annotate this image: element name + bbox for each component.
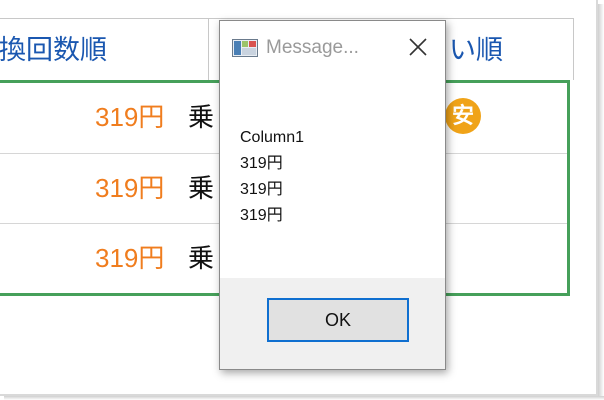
message-line: 319円 [240,181,283,198]
route-transfer-label: 乗 [188,243,215,273]
route-price: 319円 [95,243,165,273]
dialog-title: Message... [266,37,359,58]
message-line: 319円 [240,207,283,224]
message-box-dialog: Message... Column1 319円 319円 319円 OK [219,20,446,370]
route-transfer-label: 乗 [188,102,215,132]
route-transfer-label: 乗 [188,173,215,203]
route-price: 319円 [95,173,165,203]
close-icon [409,38,427,56]
tab-transfer-count-order[interactable]: 換回数順 [0,18,210,80]
cheapest-badge-icon: 安 [445,98,481,134]
screenshot-shadow-bottom [4,396,604,400]
ok-button[interactable]: OK [267,298,409,342]
message-line: Column1 [240,129,305,146]
dialog-button-bar: OK [220,278,445,369]
close-button[interactable] [400,29,436,65]
message-line: 319円 [240,155,283,172]
app-window-icon [232,39,258,57]
message-text: Column1 319円 319円 319円 [240,125,304,229]
screenshot-shadow-right [598,4,604,400]
dialog-titlebar[interactable]: Message... [220,21,445,75]
route-price: 319円 [95,102,165,132]
